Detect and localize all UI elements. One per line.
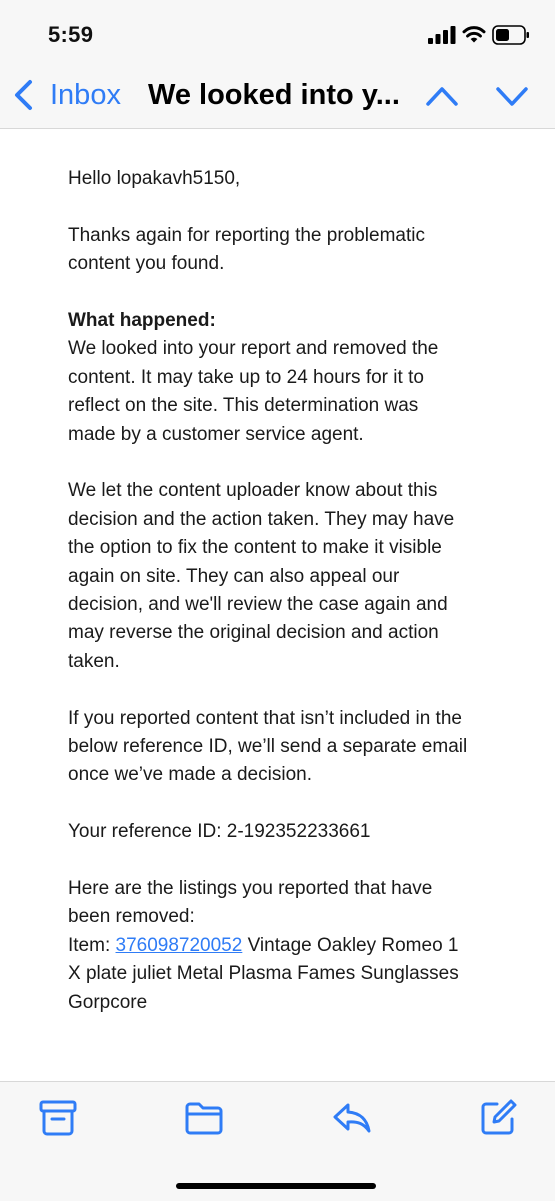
chevron-down-icon[interactable] [494,84,530,108]
compose-icon[interactable] [478,1098,518,1138]
cellular-signal-icon [428,26,456,44]
reported-item: Item: 376098720052 Vintage Oakley Romeo … [68,932,468,1017]
listings-intro: Here are the listings you reported that … [68,878,433,928]
status-bar: 5:59 [0,0,555,62]
reply-icon[interactable] [332,1098,372,1138]
separate-email-paragraph: If you reported content that isn’t inclu… [68,707,468,786]
chevron-left-icon[interactable] [12,79,34,111]
email-subject-title: We looked into y... [148,79,400,111]
back-to-inbox-button[interactable]: Inbox [50,79,121,112]
what-happened-paragraph: We looked into your report and removed t… [68,338,439,445]
reference-id: Your reference ID: 2-192352233661 [68,821,371,843]
email-body: Hello lopakavh5150, Thanks again for rep… [68,165,468,1017]
battery-icon [492,25,529,45]
greeting: Hello lopakavh5150, [68,168,241,189]
chevron-up-icon[interactable] [424,84,460,108]
home-indicator[interactable] [176,1183,376,1189]
what-happened-heading: What happened: [68,310,216,331]
archive-icon[interactable] [38,1098,78,1138]
wifi-icon [462,26,486,43]
thanks-paragraph: Thanks again for reporting the problemat… [68,224,425,275]
status-time: 5:59 [48,22,94,47]
uploader-paragraph: We let the content uploader know about t… [68,480,455,672]
folder-icon[interactable] [184,1098,224,1138]
item-link[interactable]: 376098720052 [116,935,243,956]
item-prefix: Item: [68,934,116,956]
navigation-bar: Inbox We looked into y... [0,62,555,129]
